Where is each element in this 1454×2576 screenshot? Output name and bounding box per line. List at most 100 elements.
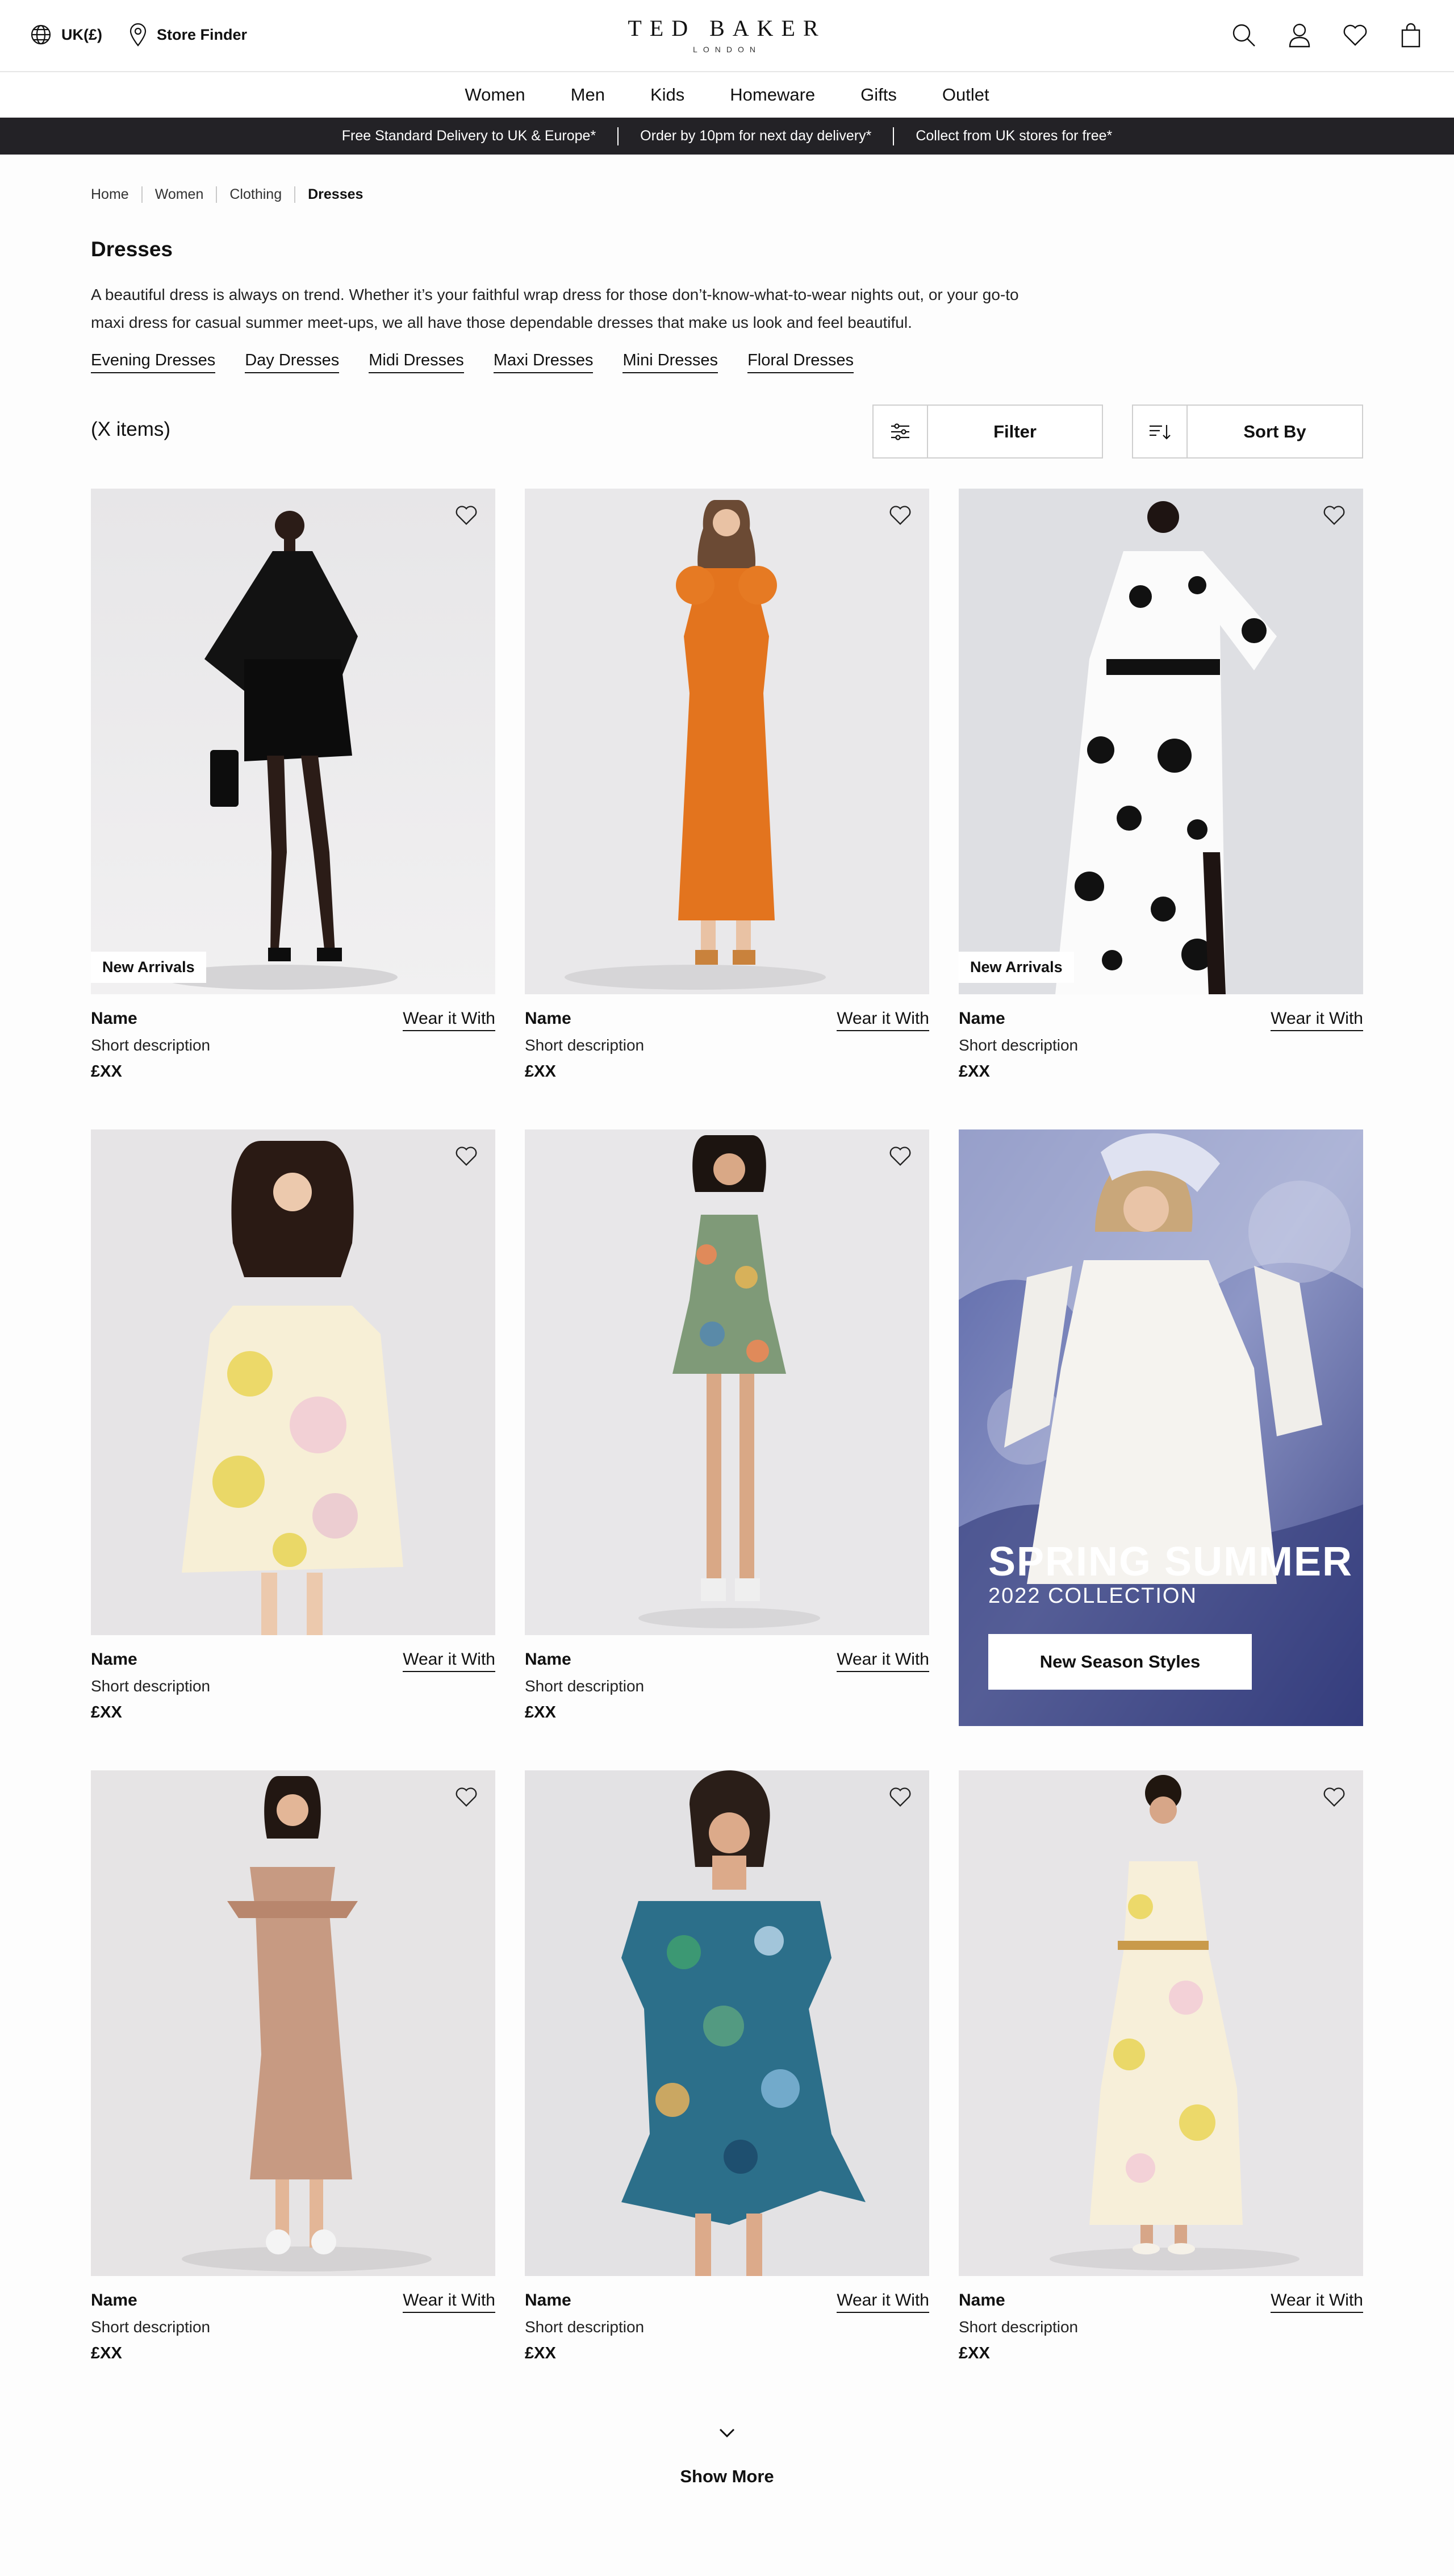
product-name[interactable]: Name [959, 2291, 1005, 2310]
wear-it-with-link[interactable]: Wear it With [403, 2291, 495, 2313]
product-description: Short description [91, 1677, 211, 1695]
nav-outlet[interactable]: Outlet [920, 73, 1012, 118]
show-more-label: Show More [680, 2466, 774, 2486]
product-description: Short description [959, 1036, 1079, 1054]
product-image[interactable] [525, 1770, 929, 2276]
breadcrumb-home[interactable]: Home [91, 186, 141, 203]
product-card[interactable]: Name Wear it With Short description £XX [525, 489, 929, 1091]
wear-it-with-link[interactable]: Wear it With [1271, 1009, 1363, 1031]
heart-icon [456, 506, 477, 525]
subcategory-day[interactable]: Day Dresses [245, 351, 340, 373]
filter-sliders-icon [891, 423, 909, 440]
wishlist-button[interactable] [1342, 22, 1369, 49]
search-icon [1232, 24, 1255, 47]
bag-button[interactable] [1397, 22, 1424, 49]
new-season-styles-button[interactable]: New Season Styles [988, 1634, 1252, 1690]
new-arrivals-badge: New Arrivals [959, 952, 1074, 983]
product-image[interactable] [525, 1129, 929, 1635]
product-image[interactable]: New Arrivals [959, 489, 1363, 994]
promo-free-delivery[interactable]: Free Standard Delivery to UK & Europe* [342, 128, 596, 144]
product-details: Name Wear it With Short description £XX [959, 994, 1363, 1091]
subcategory-midi[interactable]: Midi Dresses [369, 351, 464, 373]
product-price: £XX [91, 1062, 122, 1081]
product-details: Name Wear it With Short description £XX [959, 2276, 1363, 2373]
wear-it-with-link[interactable]: Wear it With [837, 1650, 929, 1672]
account-button[interactable] [1286, 22, 1313, 49]
product-price: £XX [525, 1703, 556, 1721]
sort-icon-cell [1133, 406, 1188, 457]
product-name[interactable]: Name [525, 1650, 571, 1669]
wear-it-with-link[interactable]: Wear it With [403, 1650, 495, 1672]
product-name[interactable]: Name [91, 1650, 137, 1669]
product-price: £XX [91, 1703, 122, 1721]
category-intro: A beautiful dress is always on trend. Wh… [91, 281, 1090, 336]
product-description: Short description [525, 1677, 645, 1695]
promo-next-day[interactable]: Order by 10pm for next day delivery* [640, 128, 871, 144]
product-card[interactable]: Name Wear it With Short description £XX [91, 1770, 495, 2373]
wishlist-toggle[interactable] [887, 1143, 913, 1169]
wishlist-toggle[interactable] [1321, 502, 1347, 528]
site-header: UK(£) Store Finder TED BAKER LONDON [0, 0, 1454, 72]
filter-button[interactable]: Filter [872, 405, 1103, 458]
nav-women[interactable]: Women [442, 73, 548, 118]
product-description: Short description [91, 2318, 211, 2336]
breadcrumb: Home Women Clothing Dresses [91, 186, 375, 203]
nav-gifts[interactable]: Gifts [838, 73, 920, 118]
subcategory-floral[interactable]: Floral Dresses [747, 351, 854, 373]
promo-divider [617, 127, 619, 145]
product-card[interactable]: Name Wear it With Short description £XX [525, 1129, 929, 1732]
new-arrivals-badge: New Arrivals [91, 952, 206, 983]
product-name[interactable]: Name [91, 1009, 137, 1028]
wishlist-toggle[interactable] [1321, 1784, 1347, 1810]
product-card[interactable]: Name Wear it With Short description £XX [91, 1129, 495, 1732]
wear-it-with-link[interactable]: Wear it With [837, 1009, 929, 1031]
nav-homeware[interactable]: Homeware [707, 73, 838, 118]
search-button[interactable] [1230, 22, 1257, 49]
subcategory-mini[interactable]: Mini Dresses [622, 351, 718, 373]
product-description: Short description [525, 2318, 645, 2336]
subcategory-evening[interactable]: Evening Dresses [91, 351, 216, 373]
product-name[interactable]: Name [525, 1009, 571, 1028]
product-card[interactable]: New Arrivals Name Wear it With Short des… [91, 489, 495, 1091]
product-name[interactable]: Name [525, 2291, 571, 2310]
wishlist-toggle[interactable] [453, 1143, 479, 1169]
intro-line: A beautiful dress is always on trend. Wh… [91, 286, 1019, 303]
promo-click-collect[interactable]: Collect from UK stores for free* [916, 128, 1112, 144]
heart-icon [889, 506, 911, 525]
product-name[interactable]: Name [959, 1009, 1005, 1028]
wishlist-toggle[interactable] [887, 1784, 913, 1810]
breadcrumb-women[interactable]: Women [141, 186, 216, 203]
product-details: Name Wear it With Short description £XX [91, 2276, 495, 2373]
breadcrumb-clothing[interactable]: Clothing [216, 186, 294, 203]
product-image[interactable] [959, 1770, 1363, 2276]
wear-it-with-link[interactable]: Wear it With [403, 1009, 495, 1031]
wishlist-toggle[interactable] [887, 502, 913, 528]
page-title: Dresses [91, 237, 173, 261]
product-image[interactable] [91, 1770, 495, 2276]
heart-icon [456, 1787, 477, 1807]
breadcrumb-current: Dresses [294, 186, 375, 203]
product-name[interactable]: Name [91, 2291, 137, 2310]
nav-kids[interactable]: Kids [628, 73, 707, 118]
product-card[interactable]: Name Wear it With Short description £XX [525, 1770, 929, 2373]
product-description: Short description [959, 2318, 1079, 2336]
subcategory-maxi[interactable]: Maxi Dresses [493, 351, 594, 373]
campaign-banner[interactable]: SPRING SUMMER 2022 COLLECTION New Season… [959, 1129, 1363, 1726]
product-image[interactable] [525, 489, 929, 994]
subcategory-links: Evening Dresses Day Dresses Midi Dresses… [91, 351, 854, 373]
wishlist-toggle[interactable] [453, 502, 479, 528]
product-card[interactable]: Name Wear it With Short description £XX [959, 1770, 1363, 2373]
wishlist-toggle[interactable] [453, 1784, 479, 1810]
wear-it-with-link[interactable]: Wear it With [837, 2291, 929, 2313]
product-image[interactable]: New Arrivals [91, 489, 495, 994]
product-card[interactable]: New Arrivals Name Wear it With Short des… [959, 489, 1363, 1091]
product-details: Name Wear it With Short description £XX [525, 2276, 929, 2373]
wear-it-with-link[interactable]: Wear it With [1271, 2291, 1363, 2313]
sort-button[interactable]: Sort By [1132, 405, 1363, 458]
product-price: £XX [959, 1062, 990, 1081]
product-image[interactable] [91, 1129, 495, 1635]
heart-icon [1343, 24, 1367, 46]
show-more-button[interactable]: Show More [0, 2421, 1454, 2487]
nav-men[interactable]: Men [548, 73, 628, 118]
product-details: Name Wear it With Short description £XX [525, 994, 929, 1091]
